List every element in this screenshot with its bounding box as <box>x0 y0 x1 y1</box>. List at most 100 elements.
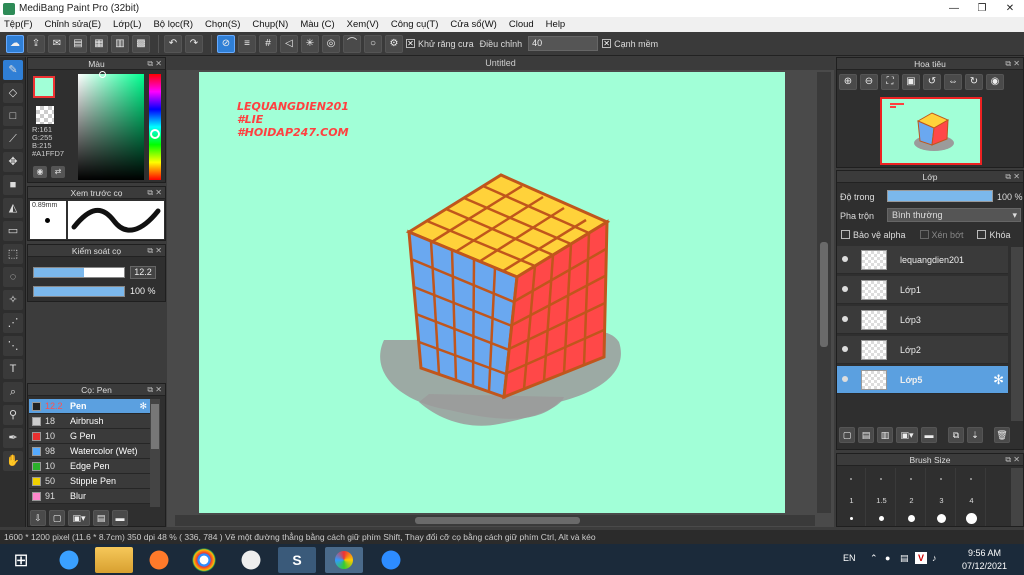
redo-icon[interactable]: ↷ <box>185 34 203 53</box>
hue-slider[interactable] <box>149 74 161 180</box>
brush-tool-icon[interactable]: ✎ <box>3 60 23 80</box>
undo-icon[interactable]: ↶ <box>164 34 182 53</box>
chrome-icon[interactable] <box>185 547 223 573</box>
canvas-vertical-scrollbar[interactable] <box>817 72 831 513</box>
network-icon[interactable]: ▤ <box>900 553 909 564</box>
language-indicator[interactable]: EN <box>843 553 856 563</box>
layer-row[interactable]: Lớp2 <box>837 336 1008 364</box>
snap-settings-icon[interactable]: ⚙ <box>385 34 403 53</box>
actual-size-icon[interactable]: ▣ <box>902 74 920 90</box>
new-1bit-layer-icon[interactable]: ▥ <box>877 427 893 443</box>
close-button[interactable]: ✕ <box>996 0 1024 17</box>
brush-cloud-icon[interactable]: ⇩ <box>30 510 46 526</box>
layer-row[interactable]: Lớp1 <box>837 276 1008 304</box>
cross-snap-icon[interactable]: # <box>259 34 277 53</box>
adjust-input[interactable]: 40 <box>528 36 599 51</box>
select-pen-tool-icon[interactable]: ⋰ <box>3 313 23 333</box>
ellipse-snap-icon[interactable]: ○ <box>364 34 382 53</box>
zoom-icon[interactable] <box>372 547 410 573</box>
duplicate-layer-icon[interactable]: ⧉ <box>948 427 964 443</box>
layer-opacity-slider[interactable] <box>887 190 993 202</box>
clipping-checkbox[interactable] <box>919 230 929 239</box>
text-tool-icon[interactable]: T <box>3 359 23 379</box>
magic-wand-tool-icon[interactable]: ✧ <box>3 290 23 310</box>
flip-icon[interactable]: ⇔ <box>944 74 962 90</box>
palette-icon[interactable]: ◉ <box>33 166 47 178</box>
brush-size-cell[interactable]: 1 <box>837 468 866 526</box>
transparent-swatch[interactable] <box>36 106 54 124</box>
brush-opacity-slider[interactable] <box>33 286 125 297</box>
menu-window[interactable]: Cửa sổ(W) <box>450 19 496 30</box>
brush-settings-icon[interactable]: ▤ <box>93 510 109 526</box>
swap-color-icon[interactable]: ⇄ <box>51 166 65 178</box>
brush-list-item[interactable]: 91 Blur <box>29 489 150 504</box>
rotate-left-icon[interactable]: ↺ <box>923 74 941 90</box>
move-tool-icon[interactable]: ✥ <box>3 152 23 172</box>
brush-list-scrollbar[interactable] <box>150 399 160 507</box>
medibang-taskbar-icon[interactable] <box>325 547 363 573</box>
dot-tool-icon[interactable]: ⟋ <box>3 129 23 149</box>
new-layer-icon[interactable]: ▢ <box>839 427 855 443</box>
add-brush-dropdown-icon[interactable]: ▣▾ <box>68 510 90 526</box>
menu-layer[interactable]: Lớp(L) <box>113 19 141 30</box>
menu-tools[interactable]: Công cụ(T) <box>391 19 439 30</box>
brush-size-cell[interactable]: 3 <box>927 468 956 526</box>
internet-explorer-icon[interactable] <box>50 547 88 573</box>
shape-tool-icon[interactable]: □ <box>3 106 23 126</box>
unikey-icon[interactable]: V <box>915 552 927 564</box>
brush-settings-gear-icon[interactable]: ✻ <box>139 399 147 414</box>
tray-app-icon[interactable]: ● <box>885 553 890 563</box>
add-layer-dropdown-icon[interactable]: ▣▾ <box>896 427 918 443</box>
coccoc-icon[interactable] <box>232 547 270 573</box>
divide-tool-icon[interactable]: ⌕ <box>3 382 23 402</box>
layer-thumbs-icon[interactable]: ▥ <box>111 34 129 53</box>
maximize-button[interactable]: ❐ <box>968 0 996 17</box>
curve-snap-icon[interactable]: ⌒ <box>343 34 361 53</box>
brush-list-item[interactable]: 10 G Pen <box>29 429 150 444</box>
fill-rect-tool-icon[interactable]: ■ <box>3 175 23 195</box>
new-brush-icon[interactable]: ▢ <box>49 510 65 526</box>
brush-size-slider[interactable] <box>33 267 125 278</box>
layer-visibility-icon[interactable] <box>842 316 848 322</box>
layer-row[interactable]: lequangdien201 <box>837 246 1008 274</box>
protect-alpha-checkbox[interactable] <box>841 230 850 239</box>
rotate-right-icon[interactable]: ↻ <box>965 74 983 90</box>
menu-capture[interactable]: Chụp(N) <box>252 19 288 30</box>
hand-tool-icon[interactable]: ✋ <box>3 451 23 471</box>
brush-list-item[interactable]: 10 Edge Pen <box>29 459 150 474</box>
pen-tool-icon[interactable]: ✒ <box>3 428 23 448</box>
hue-slider-handle[interactable] <box>150 129 160 139</box>
parallel-snap-icon[interactable]: ≡ <box>238 34 256 53</box>
fit-screen-icon[interactable]: ⛶ <box>881 74 899 90</box>
media-player-icon[interactable] <box>140 547 178 573</box>
menu-help[interactable]: Help <box>546 19 566 30</box>
layer-visibility-icon[interactable] <box>842 286 848 292</box>
vanishing-snap-icon[interactable]: ◁ <box>280 34 298 53</box>
reset-rotation-icon[interactable]: ◉ <box>986 74 1004 90</box>
antialias-checkbox[interactable]: ✕ <box>406 39 415 48</box>
menu-cloud[interactable]: Cloud <box>509 19 534 30</box>
canvas-horizontal-scrollbar[interactable] <box>175 515 815 526</box>
document-icon[interactable]: ▦ <box>90 34 108 53</box>
radial-snap-icon[interactable]: ✳ <box>301 34 319 53</box>
snap-off-icon[interactable]: ⊘ <box>217 34 235 53</box>
volume-icon[interactable]: ♪ <box>932 553 937 563</box>
saturation-value-picker[interactable] <box>78 74 144 180</box>
menu-view[interactable]: Xem(V) <box>347 19 379 30</box>
delete-layer-icon[interactable]: 🗑 <box>994 427 1010 443</box>
layer-settings-gear-icon[interactable]: ✻ <box>993 372 1004 388</box>
layer-folder-icon[interactable]: ▬ <box>921 427 937 443</box>
layer-row[interactable]: Lớp5 ✻ <box>837 366 1008 394</box>
brush-list-item[interactable]: 50 Stipple Pen <box>29 474 150 489</box>
layer-visibility-icon[interactable] <box>842 346 848 352</box>
minimize-button[interactable]: — <box>940 0 968 17</box>
menu-edit[interactable]: Chỉnh sửa(E) <box>45 19 102 30</box>
circle-snap-icon[interactable]: ◎ <box>322 34 340 53</box>
lasso-tool-icon[interactable]: ◌ <box>3 267 23 287</box>
menu-select[interactable]: Chọn(S) <box>205 19 240 30</box>
layer-row[interactable]: Lớp3 <box>837 306 1008 334</box>
lock-checkbox[interactable] <box>977 230 987 239</box>
brush-size-cell[interactable]: 1.5 <box>867 468 896 526</box>
layer-visibility-icon[interactable] <box>842 256 848 262</box>
blend-mode-select[interactable]: Bình thường ▾ <box>887 208 1021 222</box>
